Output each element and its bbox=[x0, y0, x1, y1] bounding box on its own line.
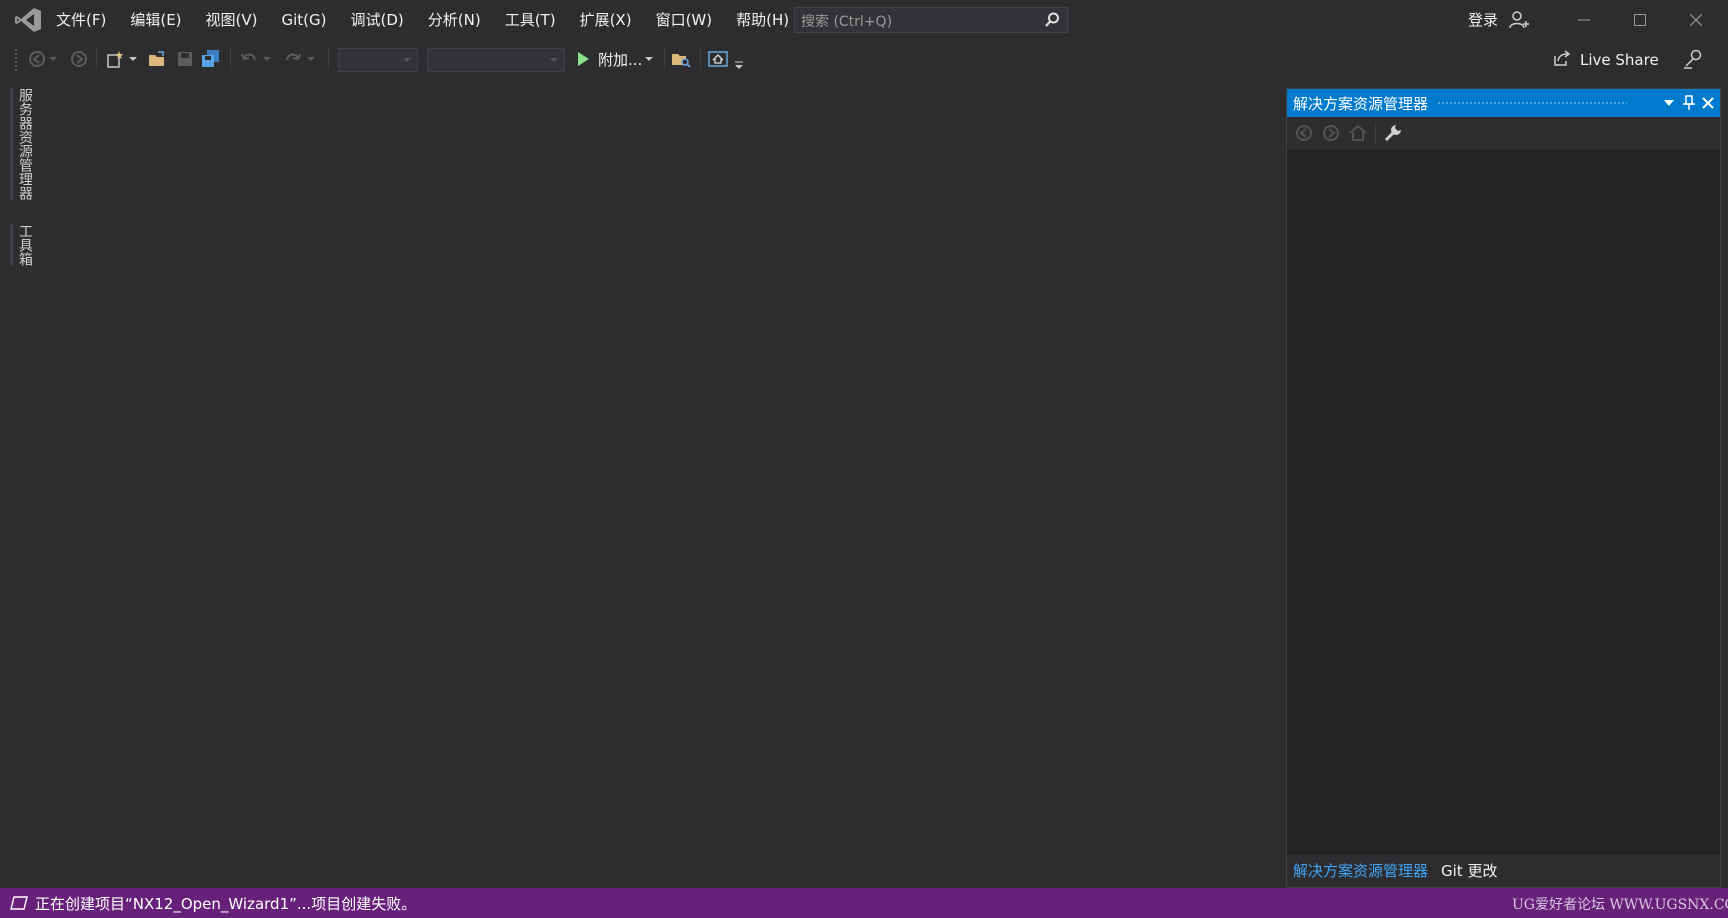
solution-explorer-title: 解决方案资源管理器 bbox=[1293, 95, 1429, 113]
title-bar: 文件(F) 编辑(E) 视图(V) Git(G) 调试(D) 分析(N) 工具(… bbox=[0, 0, 1728, 40]
sign-in-link[interactable]: 登录 bbox=[1468, 9, 1498, 30]
open-folder-icon[interactable] bbox=[146, 48, 168, 70]
save-icon[interactable] bbox=[174, 48, 196, 70]
watermark-text: UG爱好者论坛 WWW.UGSNX.COM bbox=[1512, 897, 1728, 913]
editor-area bbox=[32, 88, 1284, 888]
tab-git-changes[interactable]: Git 更改 bbox=[1441, 860, 1497, 881]
solution-configuration-dropdown[interactable] bbox=[338, 48, 418, 72]
maximize-icon[interactable] bbox=[1612, 0, 1668, 40]
menu-file[interactable]: 文件(F) bbox=[44, 0, 118, 40]
solution-explorer-tree[interactable] bbox=[1287, 149, 1720, 855]
live-share-icon bbox=[1552, 48, 1572, 72]
solution-platform-dropdown[interactable] bbox=[427, 48, 565, 72]
solution-explorer-header[interactable]: 解决方案资源管理器 bbox=[1287, 89, 1720, 117]
toolbar-separator bbox=[700, 48, 701, 70]
redo-dropdown-icon[interactable] bbox=[306, 48, 316, 70]
live-share-label: Live Share bbox=[1580, 51, 1659, 69]
toolbar-separator bbox=[96, 48, 97, 70]
play-icon[interactable] bbox=[572, 48, 594, 70]
pin-icon[interactable] bbox=[1680, 94, 1698, 112]
menu-edit[interactable]: 编辑(E) bbox=[118, 0, 193, 40]
menu-window[interactable]: 窗口(W) bbox=[644, 0, 725, 40]
find-in-files-icon[interactable] bbox=[670, 48, 692, 70]
toolbar-separator bbox=[664, 48, 665, 70]
forward-icon[interactable] bbox=[68, 48, 90, 70]
menu-tools[interactable]: 工具(T) bbox=[493, 0, 568, 40]
back-dropdown-icon[interactable] bbox=[48, 48, 58, 70]
search-icon[interactable] bbox=[1043, 11, 1061, 29]
toolbar-overflow-icon[interactable] bbox=[732, 54, 746, 76]
save-all-icon[interactable] bbox=[200, 48, 222, 70]
status-bar: 正在创建项目“NX12_Open_Wizard1”...项目创建失败。 UG爱好… bbox=[0, 888, 1728, 918]
se-home-icon[interactable] bbox=[1347, 122, 1369, 144]
undo-icon[interactable] bbox=[238, 48, 260, 70]
menu-debug[interactable]: 调试(D) bbox=[339, 0, 416, 40]
se-forward-icon[interactable] bbox=[1320, 122, 1342, 144]
search-input[interactable]: 搜索 (Ctrl+Q) bbox=[794, 7, 1068, 33]
close-panel-icon[interactable] bbox=[1699, 94, 1717, 112]
new-project-icon[interactable] bbox=[104, 48, 126, 70]
toolbar-separator bbox=[230, 48, 231, 70]
live-share-button[interactable]: Live Share bbox=[1552, 48, 1659, 72]
solution-explorer-tab-strip: 解决方案资源管理器 Git 更改 bbox=[1287, 855, 1720, 887]
search-placeholder: 搜索 (Ctrl+Q) bbox=[801, 14, 893, 30]
left-tool-window-rail: 服务器资源管理器 工具箱 bbox=[0, 88, 33, 888]
tab-solution-explorer[interactable]: 解决方案资源管理器 bbox=[1293, 860, 1428, 881]
toolbar-separator bbox=[328, 48, 329, 70]
status-info-icon bbox=[10, 895, 28, 911]
menu-view[interactable]: 视图(V) bbox=[194, 0, 270, 40]
menu-extensions[interactable]: 扩展(X) bbox=[568, 0, 644, 40]
solution-explorer-panel: 解决方案资源管理器 解决方案资源管理器 Git 更改 bbox=[1286, 88, 1721, 888]
attach-button[interactable]: 附加... bbox=[598, 49, 642, 70]
close-icon[interactable] bbox=[1668, 0, 1724, 40]
attach-dropdown-icon[interactable] bbox=[644, 48, 654, 70]
window-position-dropdown-icon[interactable] bbox=[1660, 94, 1678, 112]
menu-bar: 文件(F) 编辑(E) 视图(V) Git(G) 调试(D) 分析(N) 工具(… bbox=[44, 0, 801, 40]
redo-icon[interactable] bbox=[282, 48, 304, 70]
back-icon[interactable] bbox=[26, 48, 48, 70]
new-project-dropdown-icon[interactable] bbox=[128, 48, 138, 70]
home-icon[interactable] bbox=[707, 48, 729, 70]
solution-explorer-toolbar bbox=[1287, 117, 1720, 149]
toolbar-separator bbox=[1375, 122, 1376, 144]
vs-logo-icon[interactable] bbox=[14, 7, 42, 33]
menu-analyze[interactable]: 分析(N) bbox=[416, 0, 493, 40]
status-message: 正在创建项目“NX12_Open_Wizard1”...项目创建失败。 bbox=[35, 895, 417, 913]
undo-dropdown-icon[interactable] bbox=[262, 48, 272, 70]
menu-git[interactable]: Git(G) bbox=[270, 0, 339, 40]
minimize-icon[interactable] bbox=[1556, 0, 1612, 40]
header-grip bbox=[1437, 101, 1627, 105]
standard-toolbar: 附加... Live Share bbox=[0, 40, 1728, 80]
se-back-icon[interactable] bbox=[1293, 122, 1315, 144]
menu-help[interactable]: 帮助(H) bbox=[724, 0, 801, 40]
feedback-icon[interactable] bbox=[1682, 48, 1704, 70]
settings-wrench-icon[interactable] bbox=[1382, 122, 1404, 144]
account-icon[interactable] bbox=[1508, 9, 1530, 31]
toolbar-grip[interactable] bbox=[14, 48, 18, 72]
